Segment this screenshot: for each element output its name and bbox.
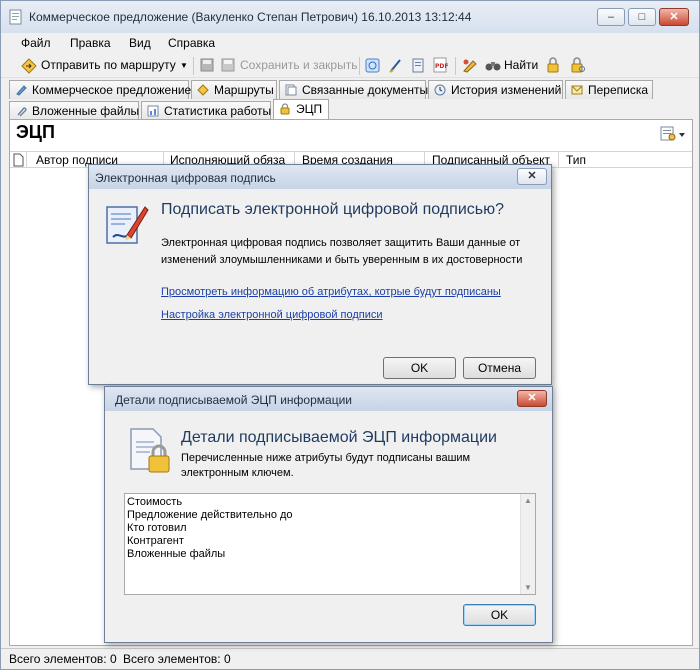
- tab-ecp[interactable]: ЭЦП: [273, 99, 329, 120]
- statistics-icon: [147, 105, 159, 117]
- chevron-down-icon[interactable]: ▼: [180, 61, 188, 70]
- column-header[interactable]: Тип: [566, 153, 586, 167]
- toolbar: Отправить по маршруту ▼ Сохранить и закр…: [1, 54, 699, 78]
- settings-dropdown-icon[interactable]: [660, 126, 686, 142]
- ok-button[interactable]: OK: [383, 357, 456, 379]
- status-bar: Всего элементов: 0 Всего элементов: 0: [1, 648, 699, 669]
- menu-view[interactable]: Вид: [129, 36, 151, 50]
- toolbar-separator: [455, 57, 456, 75]
- print-icon[interactable]: [411, 58, 425, 73]
- menu-file[interactable]: Файл: [21, 36, 51, 50]
- list-scrollbar[interactable]: ▲ ▼: [520, 494, 535, 594]
- scroll-up-icon[interactable]: ▲: [524, 496, 532, 505]
- list-item: Кто готовил: [127, 522, 187, 534]
- toolbar-separator: [359, 57, 360, 75]
- documents-icon: [285, 84, 297, 96]
- menu-edit[interactable]: Правка: [70, 36, 111, 50]
- find-button[interactable]: Найти: [504, 58, 538, 72]
- shield-icon[interactable]: [365, 58, 380, 73]
- sign-icon[interactable]: [388, 58, 403, 73]
- ok-button[interactable]: OK: [463, 604, 536, 626]
- dialog-title-bar: Детали подписываемой ЭЦП информации ✕: [105, 387, 552, 411]
- scroll-down-icon[interactable]: ▼: [524, 583, 532, 592]
- save-close-button[interactable]: Сохранить и закрыть: [240, 58, 357, 72]
- document-icon: [13, 153, 24, 167]
- menu-bar: Файл Правка Вид Справка: [1, 33, 699, 53]
- title-bar: Коммерческое предложение (Вакуленко Степ…: [1, 1, 699, 33]
- signature-settings-link[interactable]: Настройка электронной цифровой подписи: [161, 309, 383, 321]
- route-icon: [197, 84, 209, 96]
- page-title: ЭЦП: [16, 122, 55, 142]
- list-item: Вложенные файлы: [127, 548, 226, 560]
- status-count-left: Всего элементов: 0: [9, 652, 117, 666]
- window-title: Коммерческое предложение (Вакуленко Степ…: [29, 10, 472, 24]
- pdf-icon[interactable]: PDF: [433, 57, 448, 73]
- status-count-right: Всего элементов: 0: [123, 652, 231, 666]
- tab-routes[interactable]: Маршруты: [191, 80, 277, 99]
- tab-related-documents[interactable]: Связанные документы: [279, 80, 428, 99]
- list-item: Стоимость: [127, 496, 183, 508]
- history-icon: [434, 84, 446, 96]
- tab-commercial-offer[interactable]: Коммерческое предложение: [9, 80, 191, 99]
- view-attributes-link[interactable]: Просмотреть информацию об атрибутах, кот…: [161, 286, 501, 298]
- tab-strip: Коммерческое предложение Маршруты Связан…: [1, 80, 699, 120]
- dialog-close-button[interactable]: ✕: [517, 390, 547, 407]
- tab-change-history[interactable]: История изменений: [428, 80, 563, 99]
- binoculars-icon: [485, 62, 501, 71]
- tab-attached-files[interactable]: Вложенные файлы: [9, 101, 139, 120]
- tab-correspondence[interactable]: Переписка: [565, 80, 653, 99]
- dialog-heading: Подписать электронной цифровой подписью?: [161, 201, 504, 218]
- toolbar-separator: [193, 57, 194, 75]
- signature-pen-icon: [106, 206, 149, 244]
- envelope-icon: [571, 85, 583, 95]
- maximize-button[interactable]: □: [628, 8, 656, 26]
- document-icon: [9, 9, 22, 25]
- send-route-button[interactable]: Отправить по маршруту: [41, 58, 176, 72]
- dialog-description: Перечисленные ниже атрибуты будут подпис…: [181, 452, 471, 479]
- dialog-title: Электронная цифровая подпись: [95, 171, 276, 185]
- dialog-close-button[interactable]: ✕: [517, 168, 547, 185]
- lock-search-icon[interactable]: [570, 57, 586, 73]
- lock-icon[interactable]: [546, 57, 560, 73]
- tab-work-statistics[interactable]: Статистика работы: [141, 101, 271, 120]
- minimize-button[interactable]: –: [597, 8, 625, 26]
- sign-dialog: Электронная цифровая подпись ✕ Подписать…: [88, 164, 552, 385]
- close-button[interactable]: ✕: [659, 8, 689, 26]
- lock-icon: [280, 103, 290, 115]
- details-dialog: Детали подписываемой ЭЦП информации ✕ Де…: [104, 386, 553, 643]
- edit-icon[interactable]: [462, 58, 478, 73]
- svg-text:PDF: PDF: [435, 63, 448, 70]
- dialog-title: Детали подписываемой ЭЦП информации: [115, 393, 352, 407]
- dialog-description: Электронная цифровая подпись позволяет з…: [161, 237, 523, 266]
- attributes-list[interactable]: Стоимость Предложение действительно до К…: [124, 493, 536, 595]
- save-close-icon: [221, 58, 235, 72]
- cancel-button[interactable]: Отмена: [463, 357, 536, 379]
- dialog-heading: Детали подписываемой ЭЦП информации: [181, 429, 497, 446]
- list-item: Контрагент: [127, 535, 184, 547]
- locked-document-icon: [130, 428, 170, 473]
- pencil-icon: [16, 85, 27, 96]
- dialog-title-bar: Электронная цифровая подпись ✕: [89, 165, 551, 189]
- paperclip-icon: [17, 107, 27, 117]
- menu-help[interactable]: Справка: [168, 36, 215, 50]
- save-icon: [200, 58, 214, 72]
- route-icon: [21, 58, 37, 74]
- list-item: Предложение действительно до: [127, 509, 293, 521]
